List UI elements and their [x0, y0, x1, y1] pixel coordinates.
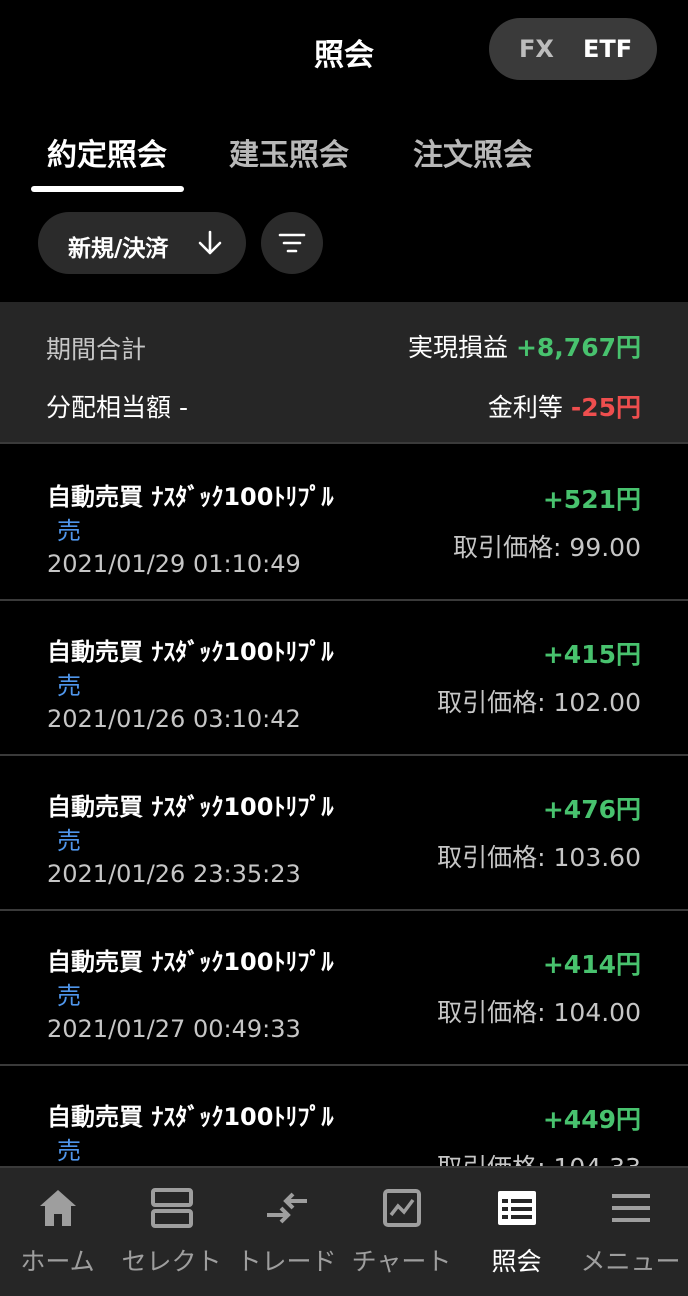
list-item[interactable]: 自動売買 ﾅｽﾀﾞｯｸ100ﾄﾘﾌﾟﾙ売 2021/01/29 01:10:49…: [0, 446, 688, 601]
execution-datetime: 2021/01/29 01:10:49: [47, 550, 301, 578]
nav-chart[interactable]: チャート: [344, 1168, 459, 1296]
execution-price: 取引価格: 104.00: [437, 998, 641, 1027]
trade-icon: [267, 1192, 307, 1224]
nav-home-label: ホーム: [20, 1247, 95, 1276]
open-close-filter-chip[interactable]: 新規/決済: [38, 212, 246, 274]
execution-datetime: 2021/01/27 00:49:33: [47, 1015, 301, 1043]
product-name: 自動売買 ﾅｽﾀﾞｯｸ100ﾄﾘﾌﾟﾙ売: [47, 793, 334, 855]
execution-datetime: 2021/01/26 23:35:23: [47, 860, 301, 888]
execution-pl: +415円: [542, 640, 641, 669]
product-name: 自動売買 ﾅｽﾀﾞｯｸ100ﾄﾘﾌﾟﾙ売: [47, 638, 334, 700]
list-item[interactable]: 自動売買 ﾅｽﾀﾞｯｸ100ﾄﾘﾌﾟﾙ売 2021/01/26 03:10:42…: [0, 601, 688, 756]
header: 照会 FX ETF: [0, 0, 688, 100]
tab-positions[interactable]: 建玉照会: [229, 130, 349, 174]
nav-select-label: セレクト: [121, 1247, 222, 1276]
realized-pl-value: +8,767円: [515, 333, 641, 362]
distribution: 分配相当額 -: [46, 388, 188, 424]
realized-pl: 実現損益 +8,767円: [408, 328, 641, 364]
toggle-etf[interactable]: ETF: [583, 35, 632, 63]
side-label: 売: [57, 827, 81, 855]
filter-chip-label: 新規/決済: [68, 236, 169, 262]
toggle-fx[interactable]: FX: [519, 35, 554, 63]
list-item[interactable]: 自動売買 ﾅｽﾀﾞｯｸ100ﾄﾘﾌﾟﾙ売 +449円 取引価格: 104.33: [0, 1066, 688, 1166]
bottom-navigation: ホーム セレクト トレード チャート 照会 メニュー: [0, 1166, 688, 1296]
nav-trade[interactable]: トレード: [229, 1168, 344, 1296]
interest: 金利等 -25円: [488, 388, 641, 424]
chart-icon: [383, 1189, 421, 1227]
interest-label: 金利等: [487, 393, 563, 422]
menu-icon: [612, 1194, 650, 1222]
filter-button[interactable]: [261, 212, 323, 274]
side-label: 売: [57, 517, 81, 545]
product-name: 自動売買 ﾅｽﾀﾞｯｸ100ﾄﾘﾌﾟﾙ売: [47, 1103, 334, 1165]
product-name: 自動売買 ﾅｽﾀﾞｯｸ100ﾄﾘﾌﾟﾙ売: [47, 948, 334, 1010]
inquiry-icon: [498, 1191, 536, 1225]
nav-inquiry-label: 照会: [491, 1247, 542, 1276]
nav-chart-label: チャート: [351, 1247, 452, 1276]
home-icon: [40, 1190, 76, 1226]
execution-pl: +449円: [542, 1105, 641, 1134]
period-total-label: 期間合計: [46, 335, 147, 364]
nav-menu[interactable]: メニュー: [573, 1168, 688, 1296]
execution-price: 取引価格: 104.33: [437, 1148, 641, 1166]
execution-pl: +521円: [542, 485, 641, 514]
execution-price: 取引価格: 99.00: [453, 533, 641, 562]
tab-executions[interactable]: 約定照会: [47, 130, 167, 174]
nav-trade-label: トレード: [236, 1247, 337, 1276]
nav-menu-label: メニュー: [580, 1247, 681, 1276]
list-item[interactable]: 自動売買 ﾅｽﾀﾞｯｸ100ﾄﾘﾌﾟﾙ売 2021/01/27 00:49:33…: [0, 911, 688, 1066]
distribution-value: -: [178, 393, 188, 422]
filter-icon: [278, 233, 306, 253]
nav-home[interactable]: ホーム: [0, 1168, 115, 1296]
list-item[interactable]: 自動売買 ﾅｽﾀﾞｯｸ100ﾄﾘﾌﾟﾙ売 2021/01/26 23:35:23…: [0, 756, 688, 911]
interest-value: -25円: [570, 393, 641, 422]
market-toggle[interactable]: FX ETF: [489, 18, 657, 80]
active-tab-indicator: [31, 186, 184, 192]
execution-price: 取引価格: 103.60: [437, 843, 641, 872]
execution-pl: +414円: [542, 950, 641, 979]
side-label: 売: [57, 672, 81, 700]
distribution-label: 分配相当額: [46, 393, 172, 422]
realized-pl-label: 実現損益: [408, 333, 509, 362]
side-label: 売: [57, 982, 81, 1010]
execution-list: 自動売買 ﾅｽﾀﾞｯｸ100ﾄﾘﾌﾟﾙ売 2021/01/29 01:10:49…: [0, 446, 688, 1166]
select-icon: [151, 1188, 193, 1228]
arrow-down-icon: [198, 230, 222, 255]
tab-bar: 約定照会 建玉照会 注文照会: [0, 130, 688, 196]
tab-orders[interactable]: 注文照会: [413, 130, 533, 174]
nav-select[interactable]: セレクト: [114, 1168, 229, 1296]
execution-price: 取引価格: 102.00: [437, 688, 641, 717]
nav-inquiry[interactable]: 照会: [459, 1168, 574, 1296]
side-label: 売: [57, 1137, 81, 1165]
execution-datetime: 2021/01/26 03:10:42: [47, 705, 301, 733]
product-name: 自動売買 ﾅｽﾀﾞｯｸ100ﾄﾘﾌﾟﾙ売: [47, 483, 334, 545]
execution-pl: +476円: [542, 795, 641, 824]
period-summary: 期間合計 実現損益 +8,767円 分配相当額 - 金利等 -25円: [0, 302, 688, 444]
